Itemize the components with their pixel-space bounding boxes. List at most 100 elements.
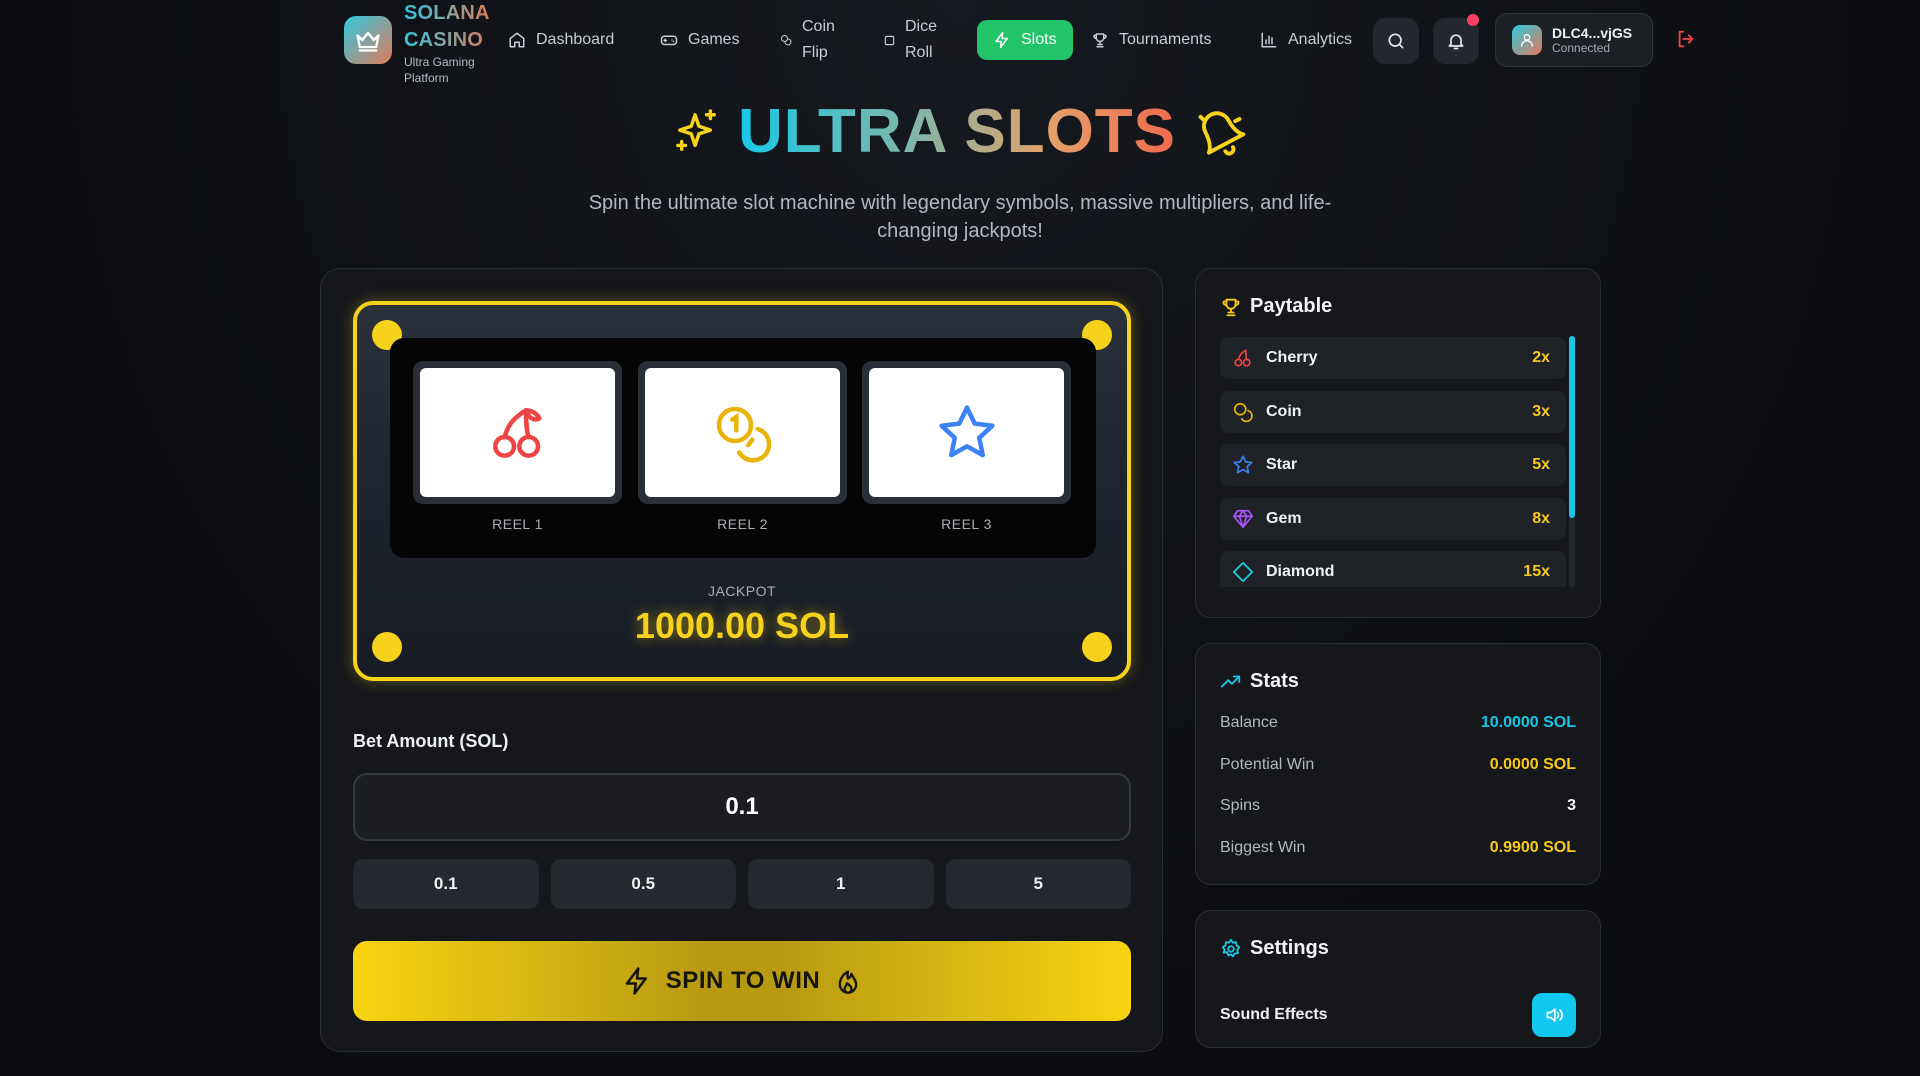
nav-analytics-label: Analytics [1288, 31, 1353, 48]
nav-tournaments[interactable]: Tournaments [1091, 18, 1212, 62]
spin-button-label: SPIN TO WIN [665, 967, 821, 994]
coins-icon [780, 34, 792, 46]
paytable-multiplier: 2x [1532, 349, 1550, 366]
notifications-button[interactable] [1433, 14, 1479, 64]
paytable-multiplier: 5x [1532, 456, 1550, 473]
nav-slots[interactable]: Slots [977, 20, 1073, 60]
hero-section: ULTRA SLOTS Spin the ultimate slot machi… [0, 96, 1920, 245]
reel-1: REEL 1 [413, 361, 622, 532]
slot-machine-panel: REEL 1 REEL 2 REEL 3 JACKPOT 1000.00 SOL… [320, 268, 1163, 1052]
flame-icon [834, 967, 862, 995]
wallet-address: DLC4...vjGS [1552, 25, 1633, 41]
page-title: ULTRA SLOTS [737, 97, 1177, 166]
stat-label: Spins [1220, 797, 1261, 814]
paytable-symbol-name: Star [1266, 456, 1298, 473]
nav-analytics[interactable]: Analytics [1260, 18, 1352, 62]
stat-balance: Balance 10.0000 SOL [1220, 714, 1576, 732]
stat-value: 10.0000 SOL [1480, 714, 1576, 731]
reel-label: REEL 2 [717, 516, 768, 532]
crown-icon [344, 16, 392, 64]
quick-bet-button[interactable]: 0.1 [353, 859, 539, 909]
cherry-icon [1230, 347, 1256, 369]
sound-toggle-button[interactable] [1532, 993, 1576, 1037]
gem-icon [1230, 508, 1256, 530]
stat-biggest-win: Biggest Win 0.9900 SOL [1220, 839, 1576, 857]
stats-card: Stats Balance 10.0000 SOL Potential Win … [1195, 643, 1601, 885]
slot-machine: REEL 1 REEL 2 REEL 3 JACKPOT 1000.00 SOL [353, 301, 1131, 681]
stat-value: 3 [1567, 797, 1576, 814]
brand-tagline-line2: Platform [404, 71, 449, 85]
stat-label: Balance [1220, 714, 1278, 731]
paytable-row: Cherry 2x [1220, 337, 1566, 379]
paytable-scrollbar-thumb[interactable] [1569, 336, 1575, 518]
nav-dice-roll-label-2: Roll [905, 44, 933, 61]
star-icon [935, 401, 999, 465]
quick-bet-button[interactable]: 5 [945, 859, 1131, 909]
spin-button[interactable]: SPIN TO WIN [353, 941, 1131, 1021]
bell-ring-icon [1194, 106, 1246, 158]
stat-spins: Spins 3 [1220, 797, 1576, 815]
nav-coin-flip-label-1: Coin [802, 18, 835, 35]
bet-amount-label: Bet Amount (SOL) [353, 731, 509, 751]
reels-container: REEL 1 REEL 2 REEL 3 [390, 338, 1096, 558]
dice-icon [884, 35, 895, 46]
wallet-button[interactable]: DLC4...vjGS Connected [1495, 13, 1653, 67]
nav-games-label: Games [688, 31, 740, 48]
paytable-multiplier: 15x [1523, 563, 1550, 580]
wallet-status: Connected [1552, 41, 1611, 55]
jackpot-label: JACKPOT [707, 583, 777, 599]
nav-games[interactable]: Games [660, 18, 740, 62]
paytable-multiplier: 8x [1532, 510, 1550, 527]
paytable-row: Coin 3x [1220, 391, 1566, 433]
paytable-row: Gem 8x [1220, 498, 1566, 540]
brand-logo[interactable]: SOLANA CASINO Ultra Gaming Platform [344, 2, 490, 86]
coin-icon [711, 401, 775, 465]
lightning-icon [993, 31, 1011, 49]
stat-value: 0.9900 SOL [1489, 839, 1576, 856]
brand-name-line1: SOLANA [404, 0, 490, 27]
search-button[interactable] [1373, 18, 1419, 64]
page-subtitle: Spin the ultimate slot machine with lege… [588, 192, 1332, 242]
nav-dashboard[interactable]: Dashboard [508, 18, 614, 62]
cherry-icon [486, 401, 550, 465]
nav-coin-flip[interactable]: Coin Flip [780, 18, 835, 62]
home-icon [508, 31, 526, 49]
notification-dot [1467, 14, 1479, 26]
bet-amount-input[interactable] [353, 773, 1131, 841]
brand-tagline-line1: Ultra Gaming [404, 55, 475, 69]
logout-icon [1675, 28, 1697, 50]
lightning-icon [622, 966, 652, 996]
user-icon [1512, 25, 1542, 55]
top-navbar: SOLANA CASINO Ultra Gaming Platform Dash… [0, 0, 1920, 85]
stat-value: 0.0000 SOL [1489, 756, 1576, 773]
paytable-symbol-name: Coin [1266, 403, 1302, 420]
diamond-icon [1230, 561, 1256, 583]
trending-up-icon [1220, 671, 1242, 693]
nav-coin-flip-label-2: Flip [802, 44, 828, 61]
nav-dashboard-label: Dashboard [536, 31, 615, 48]
nav-dice-roll-label-1: Dice [905, 18, 938, 35]
paytable-row: Diamond 15x [1220, 551, 1566, 587]
settings-title: Settings [1250, 937, 1329, 959]
stat-label: Potential Win [1220, 756, 1315, 773]
sound-effects-label: Sound Effects [1220, 1006, 1328, 1023]
jackpot-value: 1000.00 SOL [634, 605, 850, 646]
logout-button[interactable] [1675, 28, 1697, 50]
star-icon [1230, 454, 1256, 476]
nav-slots-label: Slots [1021, 31, 1057, 48]
paytable-list[interactable]: Cherry 2x Coin 3x Star 5x Gem 8x Diamond… [1220, 337, 1576, 587]
volume-icon [1544, 1005, 1564, 1025]
reel-label: REEL 3 [941, 516, 992, 532]
quick-bet-button[interactable]: 0.5 [550, 859, 736, 909]
paytable-symbol-name: Diamond [1266, 563, 1335, 580]
paytable-symbol-name: Gem [1266, 510, 1302, 527]
stats-title: Stats [1250, 670, 1299, 692]
gear-icon [1220, 938, 1242, 960]
quick-bet-row: 0.1 0.5 1 5 [353, 859, 1131, 909]
brand-name-line2: CASINO [404, 27, 490, 54]
quick-bet-button[interactable]: 1 [748, 859, 934, 909]
nav-dice-roll[interactable]: Dice Roll [884, 18, 937, 62]
settings-card: Settings Sound Effects [1195, 910, 1601, 1048]
nav-tournaments-label: Tournaments [1119, 31, 1212, 48]
stat-label: Biggest Win [1220, 839, 1306, 856]
